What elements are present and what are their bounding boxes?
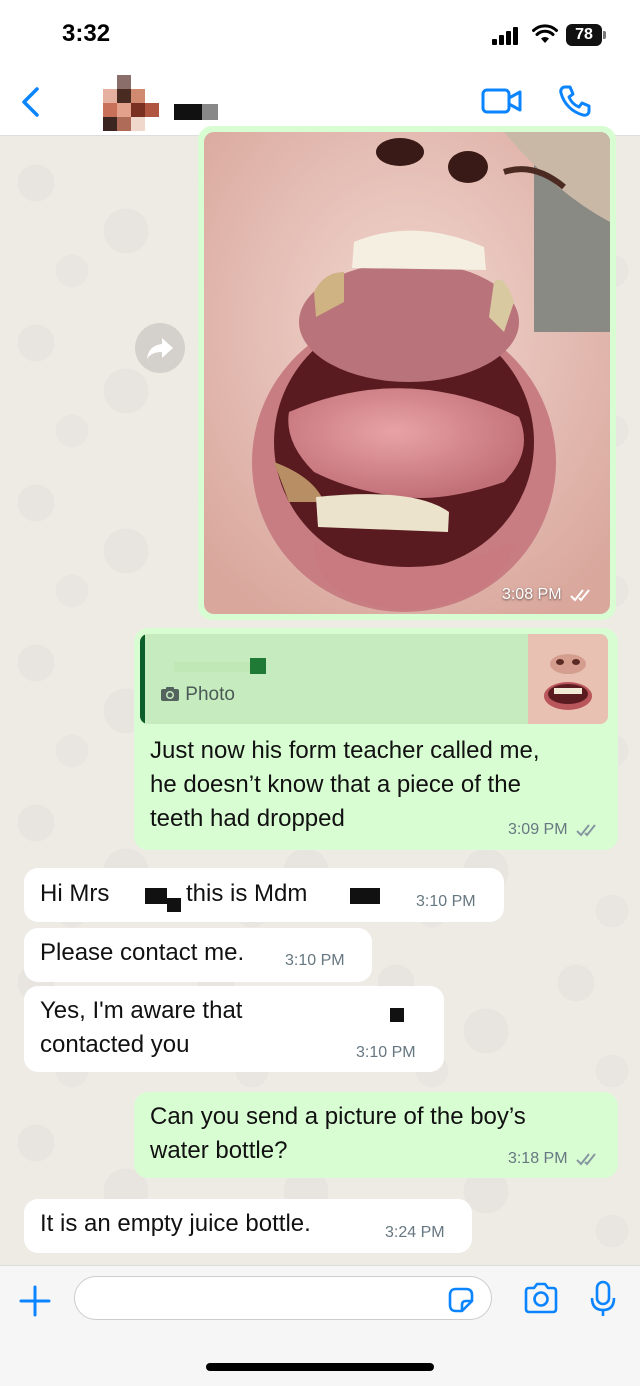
message-timestamp: 3:10 PM (416, 893, 476, 910)
camera-icon[interactable] (523, 1282, 559, 1314)
message-text: Hi Mrs (40, 880, 110, 907)
message-timestamp: 3:09 PM (508, 821, 600, 839)
message-timestamp: 3:10 PM (285, 952, 345, 969)
composer-bar (0, 1265, 640, 1386)
read-receipt-icon (570, 589, 590, 602)
message-text-line: teeth had dropped (150, 805, 345, 832)
incoming-message-bubble[interactable]: Yes, I'm aware that contacted you 3:10 P… (24, 986, 444, 1072)
message-text: Please contact me. (40, 939, 245, 966)
read-receipt-icon (576, 1153, 596, 1166)
status-bar: 3:32 78 (0, 0, 640, 70)
battery-tip (603, 31, 606, 39)
quote-sender-redacted (174, 658, 266, 674)
redacted-name (390, 1008, 404, 1022)
back-icon[interactable] (18, 86, 44, 118)
cellular-signal-icon (492, 27, 522, 45)
forward-icon (147, 338, 173, 359)
wifi-icon (532, 24, 558, 43)
battery-indicator: 78 (566, 24, 602, 46)
mouth-photo[interactable]: 3:08 PM (204, 132, 610, 614)
message-text-line: Can you send a picture of the boy’s (150, 1103, 526, 1130)
quoted-photo[interactable]: Photo (140, 634, 608, 724)
contact-avatar[interactable] (103, 75, 159, 131)
redacted-name (167, 898, 181, 912)
message-text-line: Just now his form teacher called me, (150, 737, 540, 764)
message-input[interactable] (74, 1276, 492, 1320)
forward-button[interactable] (135, 323, 185, 373)
redacted-name (145, 888, 167, 904)
incoming-message-bubble[interactable]: Hi Mrs this is Mdm 3:10 PM (24, 868, 504, 922)
message-text: this is Mdm (186, 880, 308, 907)
incoming-message-bubble[interactable]: Please contact me. 3:10 PM (24, 928, 372, 982)
camera-small-icon (161, 687, 179, 701)
message-timestamp: 3:10 PM (356, 1044, 416, 1061)
photo-timestamp: 3:08 PM (502, 586, 594, 604)
voice-call-icon[interactable] (556, 83, 592, 119)
home-indicator[interactable] (206, 1363, 434, 1371)
message-timestamp: 3:18 PM (508, 1150, 600, 1168)
quote-accent-bar (140, 634, 145, 724)
redacted-name (350, 888, 380, 904)
sticker-icon[interactable] (446, 1285, 476, 1315)
quote-photo-label: Photo (160, 684, 235, 706)
message-timestamp: 3:24 PM (385, 1224, 445, 1241)
photo-message[interactable]: 3:08 PM (198, 126, 616, 620)
reply-message-bubble[interactable]: Photo Just now his form teacher called m… (134, 628, 618, 850)
quote-thumbnail (528, 634, 608, 724)
video-call-icon[interactable] (481, 86, 523, 116)
plus-icon[interactable] (18, 1284, 52, 1318)
message-text-line: Yes, I'm aware that (40, 997, 243, 1024)
contact-name-redacted[interactable] (174, 104, 218, 120)
mic-icon[interactable] (590, 1280, 616, 1318)
message-text-line: water bottle? (150, 1137, 288, 1164)
mouth-photo-image (204, 132, 610, 614)
outgoing-message-bubble[interactable]: Can you send a picture of the boy’s wate… (134, 1092, 618, 1178)
incoming-message-bubble[interactable]: It is an empty juice bottle. 3:24 PM (24, 1199, 472, 1253)
clock: 3:32 (62, 20, 111, 47)
message-text: It is an empty juice bottle. (40, 1210, 311, 1237)
read-receipt-icon (576, 824, 596, 837)
message-text-line: he doesn’t know that a piece of the (150, 771, 521, 798)
message-text-line: contacted you (40, 1031, 190, 1058)
